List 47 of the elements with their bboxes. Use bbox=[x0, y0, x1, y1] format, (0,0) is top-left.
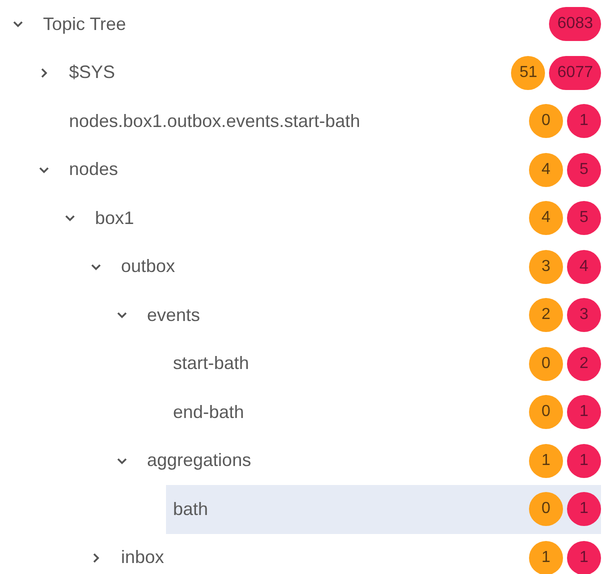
tree-item[interactable]: events 2 3 bbox=[140, 291, 601, 340]
message-count: 3 bbox=[567, 298, 601, 332]
message-count: 1 bbox=[567, 395, 601, 430]
topic-count: 1 bbox=[529, 540, 563, 574]
topic-count: 1 bbox=[529, 444, 563, 478]
topic-count: 4 bbox=[529, 201, 563, 236]
tree-item[interactable]: end-bath 0 1 bbox=[166, 388, 601, 436]
tree-item[interactable]: nodes.box1.outbox.events.start-bath 0 1 bbox=[62, 97, 601, 146]
topic-count: 0 bbox=[529, 346, 563, 381]
message-count: 1 bbox=[567, 540, 601, 574]
topic-label: start-bath bbox=[173, 353, 250, 374]
topic-count: 0 bbox=[529, 492, 563, 526]
topic-count: 0 bbox=[529, 104, 563, 138]
message-count: 4 bbox=[567, 250, 601, 284]
topic-label: end-bath bbox=[173, 402, 246, 423]
tree-item[interactable]: bath 0 1 bbox=[166, 485, 601, 534]
message-count: 6083 bbox=[549, 7, 601, 42]
topic-label: outbox bbox=[121, 256, 176, 278]
message-count: 1 bbox=[567, 104, 601, 138]
tree-item[interactable]: inbox 1 1 bbox=[114, 534, 601, 574]
topic-count: 51 bbox=[511, 56, 546, 90]
message-count: 1 bbox=[567, 492, 601, 526]
tree-item[interactable]: start-bath 0 2 bbox=[166, 340, 601, 388]
tree-item[interactable]: $SYS 51 6077 bbox=[62, 48, 601, 97]
tree-item[interactable]: nodes 4 5 bbox=[62, 146, 601, 194]
tree-item[interactable]: outbox 3 4 bbox=[114, 242, 601, 291]
topic-count: 2 bbox=[529, 298, 563, 332]
topic-label: events bbox=[147, 304, 202, 326]
tree-item[interactable]: box1 4 5 bbox=[88, 194, 601, 242]
topic-label: bath bbox=[173, 498, 210, 520]
message-count: 1 bbox=[567, 444, 601, 478]
topic-count: 3 bbox=[529, 250, 563, 284]
topic-label: inbox bbox=[121, 547, 166, 568]
message-count: 2 bbox=[567, 346, 601, 381]
topic-label: nodes bbox=[69, 159, 120, 180]
topic-label: nodes.box1.outbox.events.start-bath bbox=[69, 110, 362, 132]
message-count: 5 bbox=[567, 152, 601, 187]
topic-label: aggregations bbox=[147, 450, 252, 472]
topic-label: box1 bbox=[95, 208, 136, 229]
message-count: 6077 bbox=[549, 56, 601, 90]
topic-label: $SYS bbox=[69, 62, 116, 84]
topic-count: 0 bbox=[529, 395, 563, 430]
tree-item[interactable]: aggregations 1 1 bbox=[140, 436, 601, 485]
tree-item[interactable]: Topic Tree 6083 bbox=[36, 0, 601, 48]
topic-label: Topic Tree bbox=[43, 14, 128, 35]
message-count: 5 bbox=[567, 201, 601, 236]
topic-count: 4 bbox=[529, 152, 563, 187]
